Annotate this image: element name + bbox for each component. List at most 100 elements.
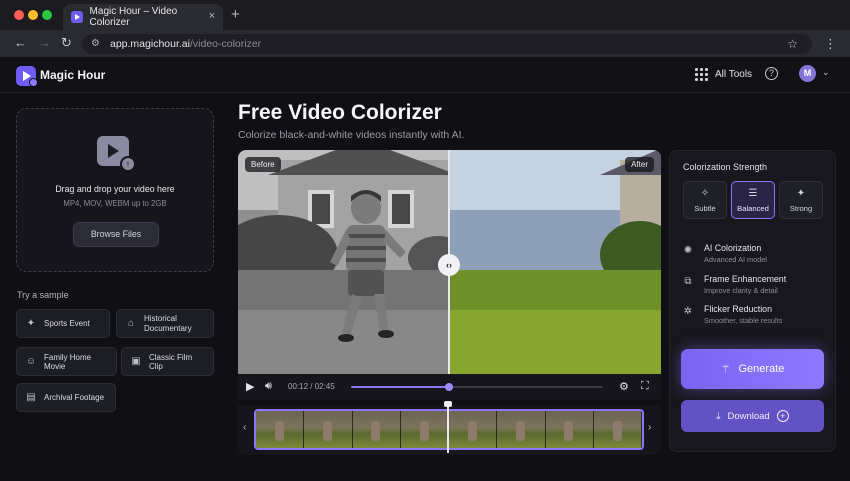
forward-arrow-icon[interactable]: →: [38, 35, 51, 50]
feature-desc: Smoother, stable results: [704, 316, 783, 325]
tab-title: Magic Hour – Video Colorizer: [89, 6, 178, 28]
brain-icon: ✺: [683, 245, 693, 256]
time-display: 00:12 / 02:45: [288, 382, 335, 391]
settings-panel: Colorization Strength ✧ Subtle ☰ Balance…: [669, 150, 836, 452]
dropzone-formats: MP4, MOV, WEBM up to 2GB: [63, 199, 167, 208]
player-controls: ▶ 🔊︎ 00:12 / 02:45 ⚙ ⛶: [238, 374, 661, 400]
frame-thumbnail[interactable]: [400, 411, 449, 448]
feature-name: AI Colorization: [704, 243, 762, 253]
samples-heading: Try a sample: [17, 290, 69, 300]
feature-name: Frame Enhancement: [704, 274, 787, 284]
tab-close-icon[interactable]: ×: [209, 10, 215, 22]
reload-icon[interactable]: ↻: [61, 35, 72, 51]
scene-illustration: [238, 150, 450, 374]
page-subtitle: Colorize black-and-white videos instantl…: [238, 129, 465, 141]
bookmark-star-icon[interactable]: ☆: [787, 34, 798, 54]
sample-label: Historical Documentary: [144, 313, 192, 333]
sliders-icon: ☰: [748, 188, 758, 199]
logo-badge-icon: [29, 78, 38, 87]
before-badge: Before: [245, 157, 281, 172]
progress-fill: [351, 386, 450, 388]
after-frame: [449, 150, 661, 374]
chevron-right-icon[interactable]: ›: [648, 422, 651, 433]
strength-option-subtle[interactable]: ✧ Subtle: [683, 181, 727, 219]
progress-track[interactable]: [351, 383, 603, 391]
browser-tab[interactable]: Magic Hour – Video Colorizer ×: [63, 4, 223, 30]
runner-icon: ✦: [26, 317, 36, 329]
after-badge: After: [625, 157, 654, 172]
sample-historical-documentary[interactable]: ⌂ Historical Documentary: [116, 309, 214, 338]
chevron-down-icon[interactable]: ⌄: [822, 67, 830, 78]
all-tools-label: All Tools: [715, 69, 753, 80]
strength-option-balanced[interactable]: ☰ Balanced: [731, 181, 775, 219]
sample-label: Classic Film Clip: [149, 352, 193, 371]
url-host: app.magichour.ai: [110, 38, 190, 50]
timeline-playhead[interactable]: [444, 401, 452, 453]
frame-thumbnail[interactable]: [545, 411, 594, 448]
option-label: Balanced: [737, 204, 769, 213]
fullscreen-icon[interactable]: ⛶: [641, 380, 649, 393]
generate-label: Generate: [738, 363, 785, 375]
video-upload-icon: ↑: [97, 136, 136, 172]
sample-sports-event[interactable]: ✦ Sports Event: [16, 309, 110, 338]
volume-icon[interactable]: 🔊︎: [265, 380, 272, 393]
strength-title: Colorization Strength: [683, 162, 768, 172]
back-arrow-icon[interactable]: ←: [14, 35, 27, 50]
strength-option-strong[interactable]: ✦ Strong: [779, 181, 823, 219]
upload-dropzone[interactable]: ↑ Drag and drop your video here MP4, MOV…: [16, 108, 214, 272]
generate-button[interactable]: ⚚ Generate: [681, 349, 824, 389]
window-maximize-dot[interactable]: [42, 10, 52, 20]
sparkle-icon: ✲: [683, 306, 693, 317]
add-circle-icon: +: [776, 410, 789, 422]
frame-thumbnail[interactable]: [593, 411, 642, 448]
progress-knob[interactable]: [445, 383, 454, 391]
museum-icon: ⌂: [127, 317, 135, 329]
feature-desc: Improve clarity & detail: [704, 286, 778, 295]
frame-thumbnail[interactable]: [352, 411, 401, 448]
address-bar-row: ← → ↻ ⚙ app.magichour.ai/video-colorizer…: [0, 30, 850, 57]
scene-illustration: [449, 150, 661, 374]
frame-thumbnail[interactable]: [304, 411, 353, 448]
sparkle-small-icon: ✧: [700, 188, 710, 199]
video-player[interactable]: ‹› Before After ▶ 🔊︎ 00:12 / 02:45 ⚙ ⛶: [238, 150, 661, 400]
brand-name[interactable]: Magic Hour: [40, 68, 105, 82]
favicon-icon: [71, 11, 83, 23]
sample-label: Archival Footage: [44, 393, 105, 402]
feature-name: Flicker Reduction: [704, 304, 772, 314]
site-settings-icon[interactable]: ⚙: [91, 34, 100, 54]
browser-tab-bar: Magic Hour – Video Colorizer × +: [0, 0, 850, 30]
timeline-filmstrip[interactable]: ‹ ›: [238, 401, 661, 455]
option-label: Subtle: [694, 204, 716, 213]
all-tools-button[interactable]: All Tools: [695, 68, 752, 81]
option-label: Strong: [789, 204, 813, 213]
window-close-dot[interactable]: [14, 10, 24, 20]
url-path: /video-colorizer: [189, 38, 262, 50]
chevron-left-icon[interactable]: ‹: [243, 422, 246, 433]
page-title: Free Video Colorizer: [238, 101, 442, 124]
feature-desc: Advanced AI model: [704, 255, 767, 264]
download-button[interactable]: ⤓ Download +: [681, 400, 824, 432]
compare-handle-icon[interactable]: ‹›: [438, 254, 460, 276]
frame-thumbnail[interactable]: [449, 411, 498, 448]
browser-menu-icon[interactable]: ⋮: [824, 36, 837, 52]
sample-family-home-movie[interactable]: ☺ Family Home Movie: [16, 347, 117, 376]
window-minimize-dot[interactable]: [28, 10, 38, 20]
download-icon: ⤓: [716, 410, 721, 422]
settings-gear-icon[interactable]: ⚙: [619, 380, 629, 393]
before-frame: [238, 150, 450, 374]
play-icon[interactable]: ▶: [246, 380, 254, 393]
new-tab-button[interactable]: +: [231, 6, 240, 23]
frame-strip[interactable]: [254, 409, 644, 450]
browse-files-button[interactable]: Browse Files: [73, 222, 159, 247]
help-icon[interactable]: ?: [765, 67, 778, 80]
frame-thumbnail[interactable]: [497, 411, 546, 448]
sample-classic-film-clip[interactable]: ▣ Classic Film Clip: [121, 347, 214, 376]
sample-label: Family Home Movie: [44, 352, 92, 371]
frame-icon: ⧉: [684, 276, 692, 287]
sample-label: Sports Event: [44, 319, 90, 328]
sample-archival-footage[interactable]: ▤ Archival Footage: [16, 383, 116, 412]
people-icon: ☺: [25, 355, 37, 367]
url-field[interactable]: ⚙ app.magichour.ai/video-colorizer ☆: [82, 34, 812, 54]
avatar[interactable]: M: [799, 65, 816, 82]
frame-thumbnail[interactable]: [256, 411, 305, 448]
